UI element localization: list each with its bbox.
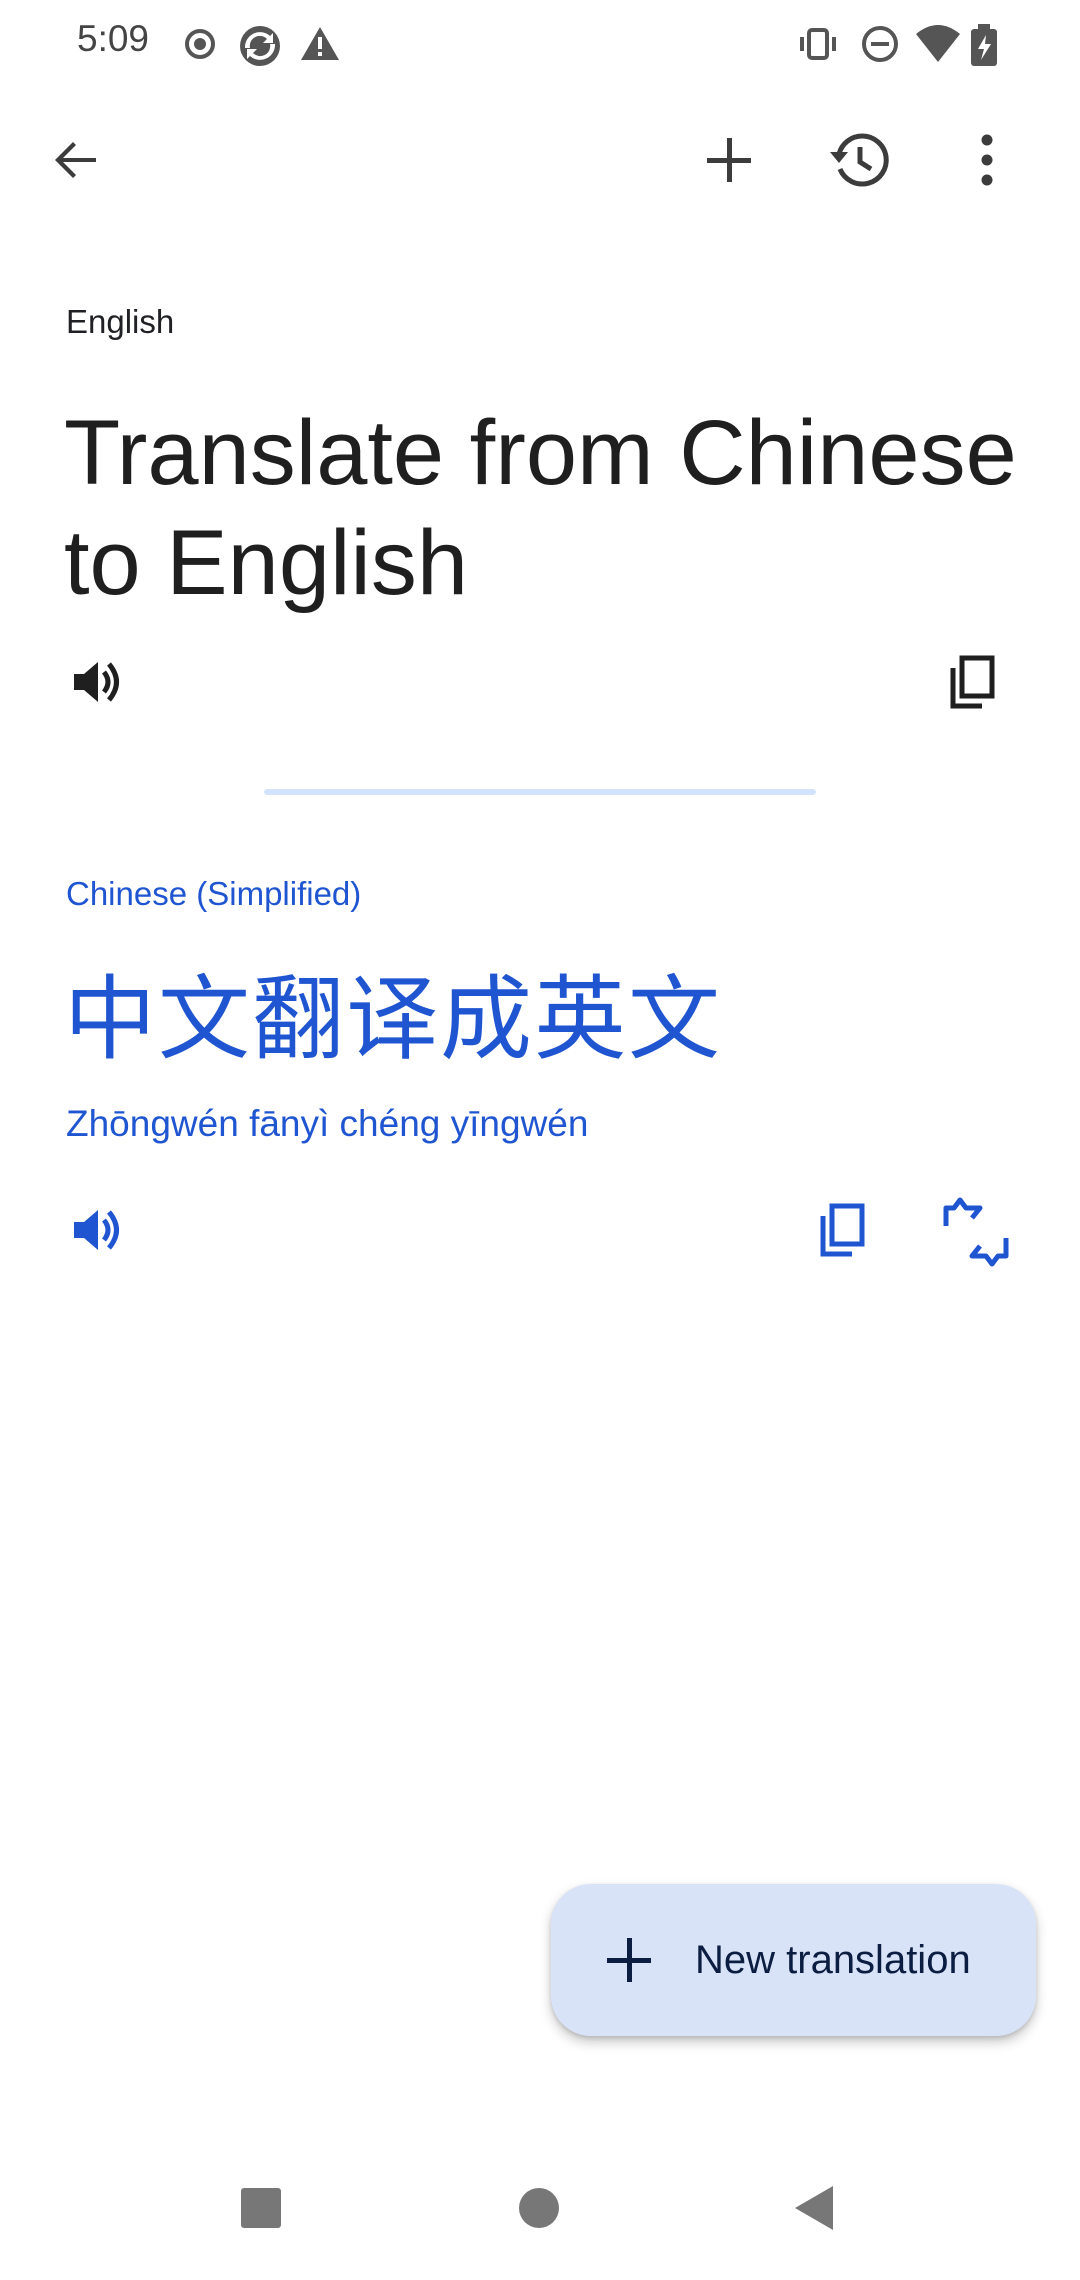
back-arrow-icon[interactable] [36, 120, 116, 200]
romanization-text: Zhōngwén fānyì chéng yīngwén [66, 1103, 589, 1144]
status-time: 5:09 [77, 18, 150, 59]
add-icon[interactable] [689, 120, 769, 200]
wifi-icon [914, 22, 960, 66]
status-bar: 5:09 [0, 0, 1080, 90]
vibrate-icon [796, 22, 840, 66]
do-not-disturb-icon [858, 22, 902, 66]
section-divider [264, 789, 816, 795]
top-app-bar [0, 120, 1080, 220]
target-language-label: English [66, 303, 175, 340]
history-icon[interactable] [820, 120, 900, 200]
speaker-icon[interactable] [54, 640, 138, 724]
battery-charging-icon [966, 22, 1010, 66]
new-translation-button[interactable]: New translation [551, 1884, 1036, 2036]
back-triangle-icon[interactable] [770, 2163, 860, 2253]
system-nav-bar [0, 2160, 1080, 2280]
warning-icon [298, 22, 342, 66]
source-text: 中文翻译成英文 [64, 966, 723, 1073]
translation-screen: 5:09 English Translate from Chinese to E… [0, 0, 1080, 2280]
home-circle-icon[interactable] [494, 2163, 584, 2253]
more-vert-icon[interactable] [947, 120, 1027, 200]
add-icon [601, 1932, 657, 1988]
sync-icon [236, 22, 280, 66]
source-language-label: Chinese (Simplified) [66, 875, 362, 912]
translated-text: Translate from Chinese to English [64, 402, 1017, 614]
record-icon [178, 22, 222, 66]
speaker-icon[interactable] [54, 1188, 138, 1272]
copy-icon[interactable] [930, 640, 1014, 724]
copy-icon[interactable] [800, 1188, 884, 1272]
swap-icon[interactable] [934, 1190, 1018, 1274]
new-translation-label: New translation [695, 1937, 971, 1982]
recents-square-icon[interactable] [216, 2163, 306, 2253]
